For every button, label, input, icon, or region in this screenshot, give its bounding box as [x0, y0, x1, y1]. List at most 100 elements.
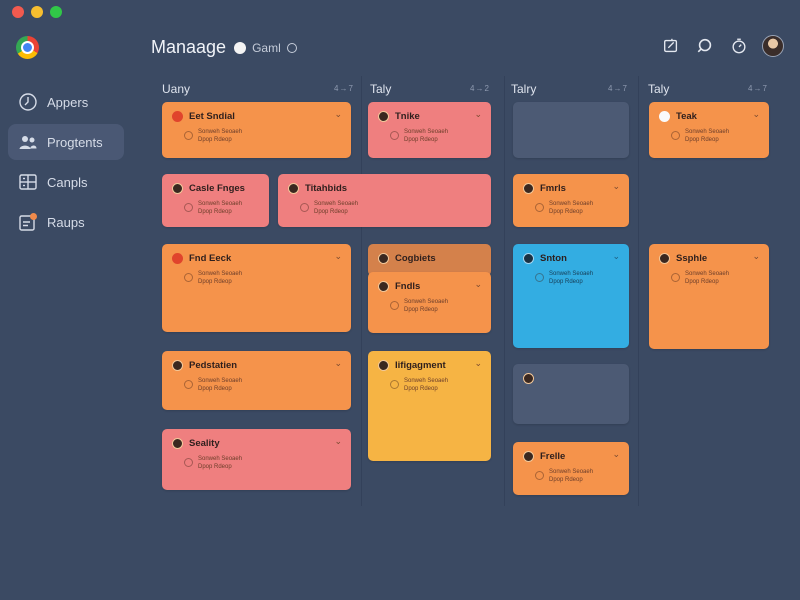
card-meta-line: Dpop Rdeop [404, 137, 438, 143]
clock-icon [535, 273, 544, 282]
card-title: Cogbiets [395, 253, 436, 264]
task-card[interactable]: Fndls ⌄ Sonweh Seoaeh Dpop Rdeop [368, 272, 491, 333]
card-badge-icon [523, 183, 534, 194]
clock-icon [390, 380, 399, 389]
minimize-window-button[interactable] [31, 6, 43, 18]
page-title: Manaage Gaml [151, 37, 297, 58]
task-card[interactable]: Teak ⌄ Sonweh Seoaeh Dpop Rdeop [649, 102, 769, 158]
card-title: Seality [189, 438, 220, 449]
task-card[interactable]: Snton ⌄ Sonweh Seoaeh Dpop Rdeop [513, 244, 629, 348]
card-badge-icon [288, 183, 299, 194]
column-count: 4→2 [470, 84, 490, 93]
search-icon[interactable] [694, 35, 716, 57]
card-meta-line: Dpop Rdeop [549, 209, 583, 215]
task-card[interactable]: Casle Fnges Sonweh Seoaeh Dpop Rdeop [162, 174, 269, 227]
task-card[interactable]: Seality ⌄ Sonweh Seoaeh Dpop Rdeop [162, 429, 351, 490]
card-title: Fnd Eeck [189, 253, 232, 264]
chevron-down-icon[interactable]: ⌄ [334, 436, 342, 447]
app-logo-icon [16, 36, 39, 59]
clock-icon [184, 458, 193, 467]
card-meta-line: Dpop Rdeop [198, 386, 232, 392]
task-card[interactable]: Iifigagment ⌄ Sonweh Seoaeh Dpop Rdeop [368, 351, 491, 461]
card-meta-line: Sonweh Seoaeh [685, 129, 730, 135]
card-meta-line: Sonweh Seoaeh [549, 201, 594, 207]
empty-card-placeholder[interactable] [513, 102, 629, 158]
task-card[interactable]: Frelle ⌄ Sonweh Seoaeh Dpop Rdeop [513, 442, 629, 495]
sidebar: Appers Progtents Canpls Raups [8, 84, 124, 244]
card-meta-line: Sonweh Seoaeh [685, 271, 730, 277]
card-title: Tnike [395, 111, 420, 122]
chevron-down-icon[interactable]: ⌄ [752, 251, 760, 262]
task-card[interactable]: Eet Sndial ⌄ Sonweh Seoaeh Dpop Rdeop [162, 102, 351, 158]
page-subtitle: Gaml [252, 40, 281, 55]
card-meta-line: Sonweh Seoaeh [549, 469, 594, 475]
chevron-down-icon[interactable]: ⌄ [474, 109, 482, 120]
card-meta-line: Dpop Rdeop [198, 464, 232, 470]
status-ring-icon [286, 42, 297, 53]
task-card[interactable]: Fnd Eeck ⌄ Sonweh Seoaeh Dpop Rdeop [162, 244, 351, 332]
card-meta-line: Sonweh Seoaeh [198, 271, 243, 277]
card-badge-icon [172, 438, 183, 449]
chevron-down-icon[interactable]: ⌄ [612, 449, 620, 460]
task-card[interactable]: Fmrls ⌄ Sonweh Seoaeh Dpop Rdeop [513, 174, 629, 227]
clock-icon [184, 380, 193, 389]
sidebar-item-label: Canpls [47, 174, 88, 190]
card-badge-icon [523, 373, 534, 384]
card-badge-icon [378, 111, 389, 122]
column-divider [504, 76, 505, 506]
column-title: Taly [370, 82, 392, 96]
clock-icon [184, 131, 193, 140]
clock-icon [671, 131, 680, 140]
card-meta-line: Sonweh Seoaeh [198, 378, 243, 384]
clock-icon [184, 203, 193, 212]
window-controls [12, 6, 62, 18]
column-divider [638, 76, 639, 506]
clock-icon [535, 203, 544, 212]
task-card[interactable]: Tnike ⌄ Sonweh Seoaeh Dpop Rdeop [368, 102, 491, 158]
card-meta-line: Dpop Rdeop [198, 209, 232, 215]
chevron-down-icon[interactable]: ⌄ [752, 109, 760, 120]
column-title: Taly [648, 82, 670, 96]
card-meta-line: Dpop Rdeop [549, 279, 583, 285]
chevron-down-icon[interactable]: ⌄ [474, 358, 482, 369]
chevron-down-icon[interactable]: ⌄ [612, 181, 620, 192]
chevron-down-icon[interactable]: ⌄ [474, 279, 482, 290]
chevron-down-icon[interactable]: ⌄ [612, 251, 620, 262]
clock-icon [18, 92, 38, 112]
edit-icon[interactable] [660, 35, 682, 57]
clock-icon [390, 301, 399, 310]
sidebar-item-raups[interactable]: Raups [8, 204, 124, 240]
card-badge-icon [378, 253, 389, 264]
clock-icon [184, 273, 193, 282]
task-card[interactable]: Ssphle ⌄ Sonweh Seoaeh Dpop Rdeop [649, 244, 769, 349]
chevron-down-icon[interactable]: ⌄ [334, 358, 342, 369]
close-window-button[interactable] [12, 6, 24, 18]
card-meta-line: Sonweh Seoaeh [404, 299, 449, 305]
chevron-down-icon[interactable]: ⌄ [334, 109, 342, 120]
clock-icon [671, 273, 680, 282]
status-dot-icon [234, 41, 247, 54]
user-avatar[interactable] [762, 35, 784, 57]
column-title: Talry [511, 82, 537, 96]
task-card[interactable]: Pedstatien ⌄ Sonweh Seoaeh Dpop Rdeop [162, 351, 351, 410]
card-meta-line: Dpop Rdeop [404, 307, 438, 313]
sidebar-item-appers[interactable]: Appers [8, 84, 124, 120]
chevron-down-icon[interactable]: ⌄ [334, 251, 342, 262]
timer-icon[interactable] [728, 35, 750, 57]
column-divider [361, 76, 362, 506]
card-badge-icon [378, 360, 389, 371]
sidebar-item-canpls[interactable]: Canpls [8, 164, 124, 200]
card-meta-line: Sonweh Seoaeh [314, 201, 359, 207]
card-badge-icon [172, 111, 183, 122]
card-badge-icon [172, 360, 183, 371]
clock-icon [300, 203, 309, 212]
card-meta-line: Dpop Rdeop [685, 137, 719, 143]
badge-icon [18, 212, 38, 232]
clock-icon [535, 471, 544, 480]
sidebar-item-progtents[interactable]: Progtents [8, 124, 124, 160]
task-card[interactable]: Titahbids Sonweh Seoaeh Dpop Rdeop [278, 174, 491, 227]
empty-card-placeholder[interactable] [513, 364, 629, 424]
maximize-window-button[interactable] [50, 6, 62, 18]
card-title: Eet Sndial [189, 111, 235, 122]
kanban-board: Uany 4→7 Taly 4→2 Talry 4→7 Taly 4→7 Eet… [148, 76, 788, 596]
